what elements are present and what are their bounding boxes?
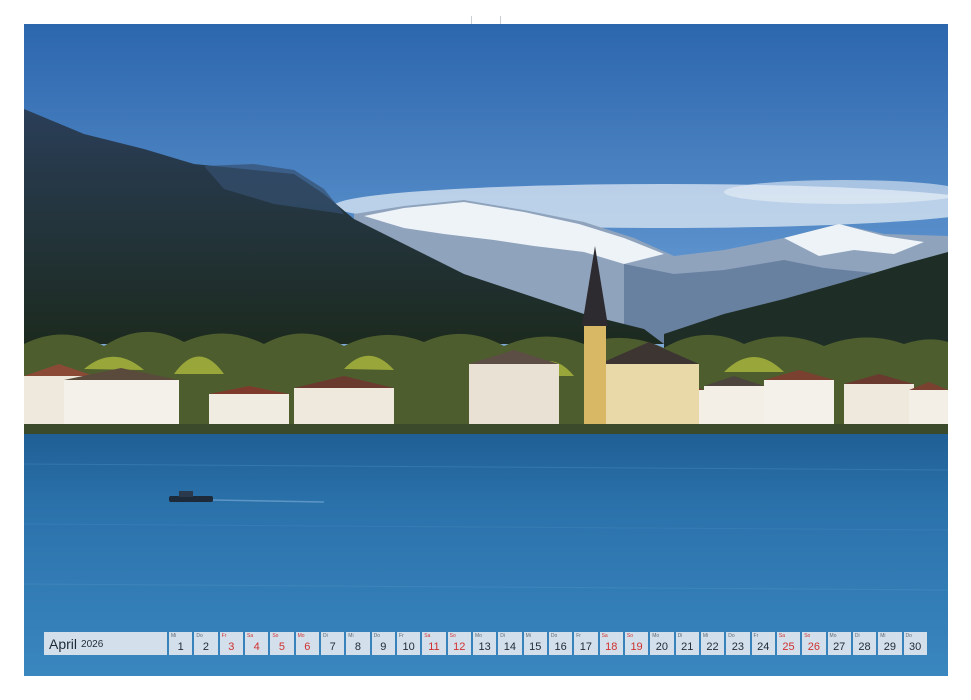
day-number: 19 <box>630 641 643 653</box>
weekday-label: Mo <box>829 633 837 639</box>
day-number: 7 <box>329 641 336 653</box>
day-number: 5 <box>278 641 286 653</box>
weekday-label: Do <box>728 633 735 639</box>
day-number: 17 <box>579 641 593 653</box>
day-number: 6 <box>304 641 311 653</box>
weekday-label: Di <box>500 633 505 639</box>
weekday-label: Sa <box>778 633 785 639</box>
calendar-day: So 12 <box>447 632 471 655</box>
calendar-day: Mi 22 <box>700 632 725 655</box>
day-number: 3 <box>228 641 235 653</box>
weekday-label: Mi <box>171 633 177 639</box>
weekday-label: So <box>449 633 456 639</box>
weekday-label: So <box>626 633 634 639</box>
weekday-label: Mo <box>474 633 482 639</box>
weekday-label: Do <box>373 633 381 639</box>
day-number: 26 <box>807 641 820 653</box>
day-number: 16 <box>554 641 567 653</box>
day-number: 11 <box>428 641 440 653</box>
calendar-day: Di 14 <box>498 632 522 655</box>
day-number: 14 <box>503 641 517 653</box>
weekday-label: Mi <box>702 633 709 639</box>
weekday-label: So <box>272 633 279 639</box>
weekday-label: Mo <box>297 633 305 639</box>
weekday-label: Di <box>677 633 683 639</box>
calendar-day: Mo 20 <box>650 632 674 655</box>
day-number: 18 <box>605 641 618 653</box>
day-number: 24 <box>757 641 770 653</box>
weekday-label: So <box>804 633 811 639</box>
calendar-strip: April 2026 Mi 1 Do 2 Fr 3 Sa 4 So 5 Mo 6 Di 7 Mi 8 Do 9 Fr… <box>44 632 927 655</box>
calendar-day: Do 9 <box>371 632 395 655</box>
day-number: 27 <box>833 641 846 653</box>
day-number: 10 <box>402 641 415 653</box>
weekday-label: Do <box>905 633 912 639</box>
weekday-label: Mi <box>880 633 886 639</box>
day-number: 21 <box>681 641 694 653</box>
year-label: 2026 <box>81 639 104 650</box>
weekday-label: Do <box>196 633 203 639</box>
day-number: 20 <box>655 641 669 653</box>
day-number: 30 <box>909 641 922 653</box>
calendar-day: Mi 29 <box>878 632 902 655</box>
calendar-day: Fr 17 <box>574 632 598 655</box>
calendar-day: Do 30 <box>903 632 927 655</box>
calendar-day: Mi 1 <box>169 632 193 655</box>
day-number: 28 <box>858 641 871 653</box>
month-label-cell: April 2026 <box>44 632 167 655</box>
day-number: 25 <box>782 641 795 653</box>
day-number: 4 <box>253 641 260 653</box>
calendar-day: Di 7 <box>320 632 345 655</box>
calendar-day: Mi 15 <box>523 632 547 655</box>
weekday-label: Di <box>322 633 328 639</box>
weekday-label: Sa <box>601 633 608 639</box>
calendar-day: Do 16 <box>548 632 573 655</box>
calendar-day: Di 21 <box>675 632 699 655</box>
weekday-label: Fr <box>753 633 759 639</box>
calendar-day: Mo 27 <box>827 632 851 655</box>
calendar-day: Di 28 <box>852 632 877 655</box>
day-number: 1 <box>177 641 184 653</box>
calendar-day: Sa 25 <box>776 632 801 655</box>
day-number: 29 <box>883 641 896 653</box>
weekday-label: Di <box>854 633 860 639</box>
day-number: 15 <box>529 641 542 653</box>
weekday-label: Fr <box>221 633 227 639</box>
calendar-day: Mi 8 <box>346 632 370 655</box>
weekday-label: Fr <box>576 633 581 639</box>
calendar-day: Fr 24 <box>751 632 775 655</box>
calendar-day: Mo 6 <box>295 632 319 655</box>
calendar-day: So 26 <box>802 632 826 655</box>
calendar-day: Fr 10 <box>396 632 421 655</box>
day-number: 9 <box>380 641 387 653</box>
day-number: 2 <box>202 641 210 653</box>
month-name: April <box>49 635 78 652</box>
calendar-day: Sa 4 <box>244 632 269 655</box>
day-number: 22 <box>706 641 719 653</box>
weekday-label: Sa <box>246 633 254 639</box>
day-number: 23 <box>731 641 744 653</box>
weekday-label: Do <box>550 633 558 639</box>
weekday-label: Mo <box>652 633 660 639</box>
lake-village-photo <box>24 24 948 676</box>
day-number: 13 <box>478 641 491 653</box>
calendar-day: Do 23 <box>726 632 750 655</box>
calendar-day: Sa 18 <box>599 632 623 655</box>
calendar-day: Mo 13 <box>472 632 497 655</box>
calendar-day: So 19 <box>624 632 649 655</box>
calendar-day: Sa 11 <box>422 632 446 655</box>
weekday-label: Sa <box>424 633 431 639</box>
calendar-day: Do 2 <box>194 632 218 655</box>
weekday-label: Mi <box>348 633 354 639</box>
weekday-label: Mi <box>525 633 531 639</box>
weekday-label: Fr <box>398 633 404 639</box>
day-number: 8 <box>354 641 362 653</box>
day-number: 12 <box>453 641 466 653</box>
calendar-day: Fr 3 <box>219 632 243 655</box>
calendar-day: So 5 <box>270 632 294 655</box>
landscape-illustration <box>24 24 948 676</box>
